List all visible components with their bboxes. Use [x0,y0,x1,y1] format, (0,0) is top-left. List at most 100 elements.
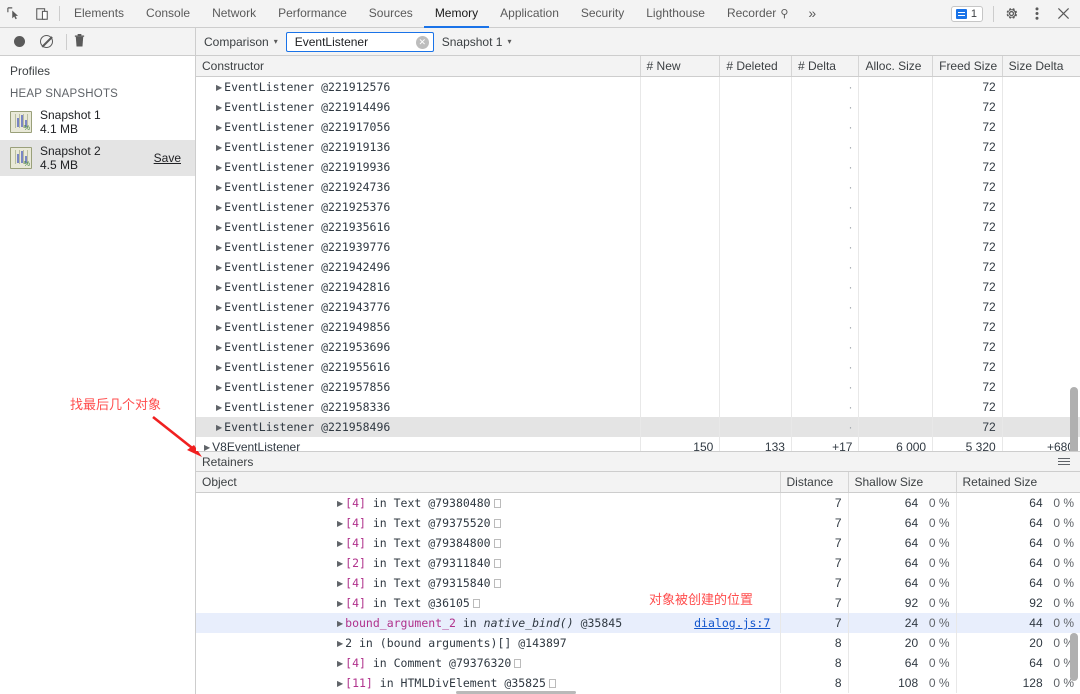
tab-recorder[interactable]: Recorder ⚲ [716,0,799,28]
expand-triangle-icon[interactable]: ▶ [337,679,343,688]
column-header-object[interactable]: Object [196,472,780,493]
tab-security[interactable]: Security [570,0,635,28]
column-header-deleted[interactable]: # Deleted [720,56,792,77]
retainer-row[interactable]: ▶bound_argument_2 in native_bind() @3584… [196,613,1080,633]
constructor-row[interactable]: ▶EventListener @221939776·72 [196,237,1080,257]
expand-triangle-icon[interactable]: ▶ [337,619,343,628]
sidebar-item-snapshot-2[interactable]: % Snapshot 2 4.5 MB Save [0,140,195,176]
retainer-row[interactable]: ▶2 in (bound arguments)[] @143897820 0 %… [196,633,1080,653]
tab-application[interactable]: Application [489,0,570,28]
constructor-row[interactable]: ▶EventListener @221958496·72 [196,417,1080,437]
expand-triangle-icon[interactable]: ▶ [216,303,222,312]
expand-triangle-icon[interactable]: ▶ [216,143,222,152]
retainer-row[interactable]: ▶[11] in HTMLDivElement @358258108 0 %12… [196,673,1080,693]
retainer-row[interactable]: ▶[4] in Comment @79376320864 0 %64 0 % [196,653,1080,673]
tab-performance[interactable]: Performance [267,0,358,28]
constructor-row[interactable]: ▶EventListener @221917056·72 [196,117,1080,137]
column-header-delta[interactable]: # Delta [791,56,859,77]
tab-sources[interactable]: Sources [358,0,424,28]
constructors-scroll-area[interactable]: ▶EventListener @221912576·72▶EventListen… [196,77,1080,451]
expand-triangle-icon[interactable]: ▶ [337,579,343,588]
retainer-row[interactable]: ▶[4] in Text @79375520764 0 %64 0 % [196,513,1080,533]
retainer-row[interactable]: ▶[4] in Text @36105792 0 %92 0 % [196,593,1080,613]
baseline-snapshot-dropdown[interactable]: Snapshot 1 ▾ [442,35,512,49]
constructor-row[interactable]: ▶EventListener @221957856·72 [196,377,1080,397]
expand-triangle-icon[interactable]: ▶ [216,403,222,412]
constructor-row[interactable]: ▶EventListener @221949856·72 [196,317,1080,337]
expand-triangle-icon[interactable]: ▶ [204,443,210,451]
message-count-badge[interactable]: 1 [951,6,983,22]
retainer-row[interactable]: ▶[4] in Text @79380480764 0 %64 0 % [196,493,1080,513]
expand-triangle-icon[interactable]: ▶ [337,539,343,548]
more-vertical-icon[interactable] [1024,1,1050,27]
expand-triangle-icon[interactable]: ▶ [216,103,222,112]
constructor-row[interactable]: ▶EventListener @221919936·72 [196,157,1080,177]
constructor-row[interactable]: ▶EventListener @221919136·72 [196,137,1080,157]
constructor-row[interactable]: ▶EventListener @221942816·72 [196,277,1080,297]
expand-triangle-icon[interactable]: ▶ [216,123,222,132]
constructors-vertical-scrollbar[interactable] [1070,387,1078,451]
constructor-row[interactable]: ▶EventListener @221955616·72 [196,357,1080,377]
class-filter[interactable]: ✕ [286,32,434,52]
constructor-row[interactable]: ▶EventListener @221935616·72 [196,217,1080,237]
sidebar-item-snapshot-1[interactable]: % Snapshot 1 4.1 MB [0,104,195,140]
tab-memory[interactable]: Memory [424,0,489,28]
column-header-retained-size[interactable]: Retained Size [956,472,1080,493]
constructor-row[interactable]: ▶V8EventListener150133+176 0005 320+680 [196,437,1080,451]
expand-triangle-icon[interactable]: ▶ [337,519,343,528]
retainers-menu-icon[interactable] [1058,458,1074,465]
expand-triangle-icon[interactable]: ▶ [216,263,222,272]
expand-triangle-icon[interactable]: ▶ [337,599,343,608]
record-button[interactable] [14,36,25,47]
constructor-row[interactable]: ▶EventListener @221924736·72 [196,177,1080,197]
expand-triangle-icon[interactable]: ▶ [216,203,222,212]
gear-icon[interactable] [998,1,1024,27]
column-header-alloc-size[interactable]: Alloc. Size [859,56,933,77]
expand-triangle-icon[interactable]: ▶ [216,223,222,232]
clear-filter-icon[interactable]: ✕ [416,36,429,49]
inspect-element-icon[interactable] [0,0,28,27]
retainer-row[interactable]: ▶[2] in Text @79311840764 0 %64 0 % [196,553,1080,573]
retainers-vertical-scrollbar[interactable] [1070,633,1078,681]
retainers-scroll-area[interactable]: ▶[4] in Text @79380480764 0 %64 0 %▶[4] … [196,493,1080,694]
column-header-size-delta[interactable]: Size Delta [1002,56,1080,77]
expand-triangle-icon[interactable]: ▶ [337,659,343,668]
tab-elements[interactable]: Elements [63,0,135,28]
expand-triangle-icon[interactable]: ▶ [216,423,222,432]
expand-triangle-icon[interactable]: ▶ [216,363,222,372]
class-filter-input[interactable] [293,34,411,50]
constructor-row[interactable]: ▶EventListener @221925376·72 [196,197,1080,217]
tab-lighthouse[interactable]: Lighthouse [635,0,716,28]
column-header-distance[interactable]: Distance [780,472,848,493]
expand-triangle-icon[interactable]: ▶ [337,499,343,508]
column-header-shallow-size[interactable]: Shallow Size [848,472,956,493]
expand-triangle-icon[interactable]: ▶ [216,243,222,252]
constructor-row[interactable]: ▶EventListener @221953696·72 [196,337,1080,357]
device-toolbar-icon[interactable] [28,0,56,27]
tab-network[interactable]: Network [201,0,267,28]
constructor-row[interactable]: ▶EventListener @221914496·72 [196,97,1080,117]
expand-triangle-icon[interactable]: ▶ [216,343,222,352]
constructor-row[interactable]: ▶EventListener @221943776·72 [196,297,1080,317]
expand-triangle-icon[interactable]: ▶ [216,283,222,292]
more-tabs-button[interactable]: » [799,0,825,28]
expand-triangle-icon[interactable]: ▶ [216,323,222,332]
view-mode-dropdown[interactable]: Comparison ▾ [204,35,278,49]
save-snapshot-link[interactable]: Save [154,151,187,165]
expand-triangle-icon[interactable]: ▶ [216,163,222,172]
column-header-constructor[interactable]: Constructor [196,56,640,77]
retainer-row[interactable]: ▶[4] in Text @79384800764 0 %64 0 % [196,533,1080,553]
constructor-row[interactable]: ▶EventListener @221942496·72 [196,257,1080,277]
expand-triangle-icon[interactable]: ▶ [216,183,222,192]
expand-triangle-icon[interactable]: ▶ [216,83,222,92]
delete-button[interactable] [73,33,87,51]
clear-button[interactable] [40,35,53,48]
constructor-row[interactable]: ▶EventListener @221958336·72 [196,397,1080,417]
expand-triangle-icon[interactable]: ▶ [337,639,343,648]
retainer-row[interactable]: ▶[4] in Text @79315840764 0 %64 0 % [196,573,1080,593]
expand-triangle-icon[interactable]: ▶ [337,559,343,568]
column-header-freed-size[interactable]: Freed Size [933,56,1003,77]
constructor-row[interactable]: ▶EventListener @221912576·72 [196,77,1080,97]
tab-console[interactable]: Console [135,0,201,28]
column-header-new[interactable]: # New [640,56,720,77]
